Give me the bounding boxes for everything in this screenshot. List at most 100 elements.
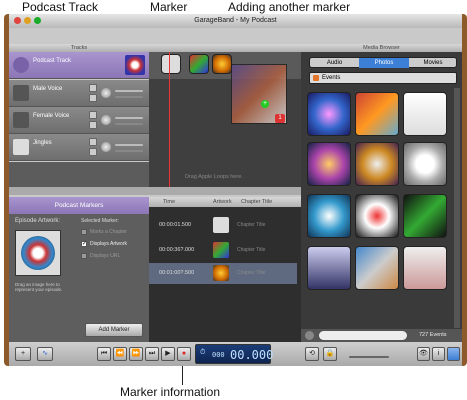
checkbox-box — [81, 229, 87, 235]
zoom-window-button[interactable] — [34, 17, 41, 24]
checkbox-displays-url[interactable]: Displays URL — [81, 253, 151, 261]
pan-knob[interactable] — [101, 88, 111, 98]
cycle-button[interactable]: ⟲ — [305, 347, 319, 361]
minimize-window-button[interactable] — [24, 17, 31, 24]
track-jingles[interactable]: Jingles — [9, 134, 149, 161]
master-volume-slider[interactable] — [349, 356, 389, 358]
level-meter — [115, 150, 143, 152]
solo-button[interactable] — [89, 148, 97, 156]
add-track-button[interactable]: + — [15, 347, 31, 361]
marker-time: 00:00:01.500 — [159, 222, 192, 228]
record-button[interactable]: ● — [177, 347, 191, 361]
checkbox-label: Displays Artwork — [90, 241, 127, 247]
checkbox-label: Displays URL — [90, 253, 121, 259]
marker-chapter-title: Chapter Title — [237, 247, 266, 253]
marker-artwork — [213, 242, 229, 258]
add-marker-label: Add Marker — [98, 327, 130, 333]
window-title: GarageBand - My Podcast — [194, 17, 277, 24]
photo-thumb[interactable] — [355, 194, 399, 238]
photo-thumb[interactable] — [355, 92, 399, 136]
jingles-icon — [13, 139, 29, 155]
photo-thumb[interactable] — [403, 92, 447, 136]
volume-slider[interactable] — [115, 117, 143, 119]
photo-thumb[interactable] — [355, 246, 399, 290]
marker-thumb-1[interactable] — [161, 54, 181, 74]
mute-button[interactable] — [89, 84, 97, 92]
folder-icon — [313, 75, 319, 81]
close-window-button[interactable] — [14, 17, 21, 24]
view-button[interactable]: 👁 — [417, 347, 430, 361]
volume-slider[interactable] — [115, 90, 143, 92]
media-browser-button[interactable] — [447, 347, 460, 361]
photo-thumb[interactable] — [403, 142, 447, 186]
callout-marker: Marker — [150, 0, 188, 14]
checkbox-marks-chapter[interactable]: Marks a Chapter — [81, 229, 151, 237]
marker-row-selected[interactable]: 00:01:00?.500 Chapter Title — [149, 263, 297, 284]
podcast-artwork-thumb — [125, 55, 145, 75]
play-preview-icon[interactable] — [305, 331, 314, 340]
rewind-button[interactable]: ⏪ — [113, 347, 127, 361]
badge-count: 1 — [278, 115, 282, 121]
lcd-small-readout: 000 — [212, 351, 225, 359]
column-time[interactable]: Time — [163, 197, 175, 207]
photo-thumb[interactable] — [307, 246, 351, 290]
pan-knob[interactable] — [101, 142, 111, 152]
tab-movies[interactable]: Movies — [409, 58, 457, 68]
track-label: Podcast Track — [33, 58, 72, 64]
mute-button[interactable] — [89, 138, 97, 146]
tracks-header: Tracks — [9, 44, 149, 52]
track-female-voice[interactable]: Female Voice — [9, 107, 149, 134]
play-button[interactable]: ▶ — [161, 347, 175, 361]
mute-button[interactable] — [89, 111, 97, 119]
episode-artwork-image — [21, 236, 55, 270]
info-button[interactable]: i — [432, 347, 445, 361]
pan-knob[interactable] — [101, 115, 111, 125]
solo-button[interactable] — [89, 121, 97, 129]
volume-slider[interactable] — [115, 144, 143, 146]
tab-audio[interactable]: Audio — [310, 58, 359, 68]
media-footer: 727 Events — [301, 329, 462, 342]
search-input[interactable] — [319, 331, 407, 340]
go-to-end-button[interactable]: ⏭ — [145, 347, 159, 361]
zoom-slider[interactable] — [9, 187, 149, 195]
source-select[interactable]: Events — [309, 72, 457, 84]
photo-thumb[interactable] — [307, 142, 351, 186]
photo-thumb[interactable] — [403, 194, 447, 238]
marker-thumb-3[interactable] — [212, 54, 232, 74]
go-to-start-button[interactable]: ⏮ — [97, 347, 111, 361]
column-chapter-title[interactable]: Chapter Title — [241, 197, 272, 207]
tab-photos[interactable]: Photos — [359, 58, 409, 68]
marker-time: 00:01:00?.500 — [159, 270, 195, 276]
photo-thumb[interactable] — [403, 246, 447, 290]
fast-forward-button[interactable]: ⏩ — [129, 347, 143, 361]
lcd-clock-icon: ⏱ — [200, 349, 206, 356]
photo-thumb[interactable] — [307, 92, 351, 136]
event-count: 727 Events — [419, 332, 447, 338]
marker-chapter-title: Chapter Title — [237, 270, 266, 276]
media-scrollbar[interactable] — [454, 88, 460, 328]
marker-thumb-2[interactable] — [189, 54, 209, 74]
tracks-empty-area — [9, 162, 149, 187]
column-artwork[interactable]: Artwork — [213, 197, 232, 207]
checkbox-displays-artwork[interactable]: ✓ Displays Artwork — [81, 241, 151, 249]
track-male-voice[interactable]: Male Voice — [9, 80, 149, 107]
episode-artwork-well[interactable] — [15, 230, 61, 276]
tracks-header-label: Tracks — [70, 45, 88, 51]
track-podcast[interactable]: Podcast Track — [9, 52, 149, 79]
episode-artwork-label: Episode Artwork: — [15, 218, 61, 224]
marker-row[interactable]: 00:00:36?.000 Chapter Title — [149, 240, 297, 261]
marker-row[interactable]: 00:00:01.500 Chapter Title — [149, 215, 297, 236]
timeline-scrollbar[interactable] — [149, 187, 301, 195]
photo-thumb[interactable] — [307, 194, 351, 238]
marker-list: Time Artwork Chapter Title 00:00:01.500 … — [149, 197, 301, 342]
photo-thumb[interactable] — [355, 142, 399, 186]
lock-button[interactable]: 🔒 — [323, 347, 337, 361]
solo-button[interactable] — [89, 94, 97, 102]
checkbox-box-checked: ✓ — [81, 241, 88, 247]
add-marker-button[interactable]: Add Marker — [85, 323, 143, 337]
playhead[interactable] — [169, 52, 170, 187]
editor-button[interactable]: ∿ — [37, 347, 53, 361]
marker-chapter-title: Chapter Title — [237, 222, 266, 228]
lcd-display[interactable]: ⏱ 000 00.000 — [195, 344, 273, 364]
male-voice-icon — [13, 85, 29, 101]
